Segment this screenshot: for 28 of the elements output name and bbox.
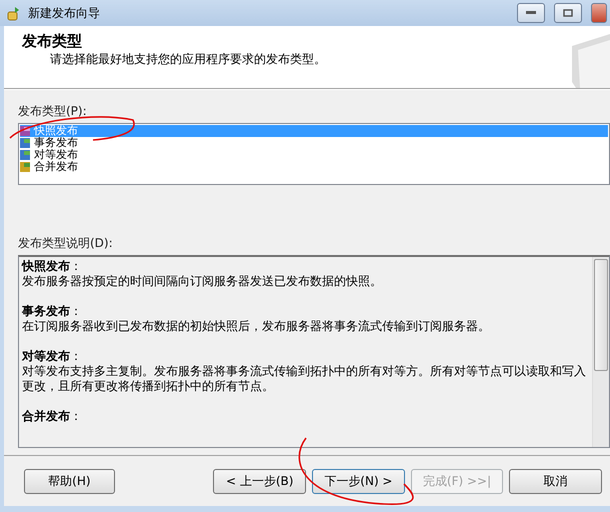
section-heading: 快照发布：	[22, 259, 83, 274]
nav-button[interactable]: 下一步(N) >	[312, 468, 405, 494]
section-heading: 合并发布：	[22, 409, 83, 424]
help-button[interactable]: 帮助(H)	[24, 468, 115, 494]
minimize-button[interactable]	[517, 3, 545, 23]
section-heading: 事务发布：	[22, 304, 83, 319]
publication-type-list[interactable]: 快照发布 事务发布 对等发布 合并发布	[18, 123, 610, 185]
cancel-button[interactable]: 取消	[509, 468, 602, 494]
list-item[interactable]: 合并发布	[20, 161, 608, 173]
nav-button[interactable]: < 上一步(B)	[213, 468, 306, 494]
list-item[interactable]: 事务发布	[20, 137, 608, 149]
page-title: 发布类型	[22, 32, 83, 51]
publication-type-label: 发布类型(P):	[18, 103, 88, 120]
scrollbar[interactable]	[592, 257, 609, 447]
minimize-icon	[526, 11, 536, 15]
section-text: 在订阅服务器收到已发布数据的初始快照后，发布服务器将事务流式传输到订阅服务器。	[22, 319, 491, 334]
section-text: 对等发布支持多主复制。发布服务器将事务流式传输到拓扑中的所有对等方。所有对等节点可以读取和写入更改，且所有更改将传播到拓扑中的所有节点。	[22, 364, 587, 394]
publication-icon	[20, 150, 31, 160]
page-subtitle: 请选择能最好地支持您的应用程序要求的发布类型。	[49, 51, 327, 68]
maximize-button[interactable]	[554, 3, 582, 23]
maximize-icon	[563, 9, 573, 17]
publication-icon	[20, 138, 31, 148]
description-label: 发布类型说明(D):	[18, 235, 114, 252]
window-title: 新建发布向导	[28, 4, 101, 22]
publication-icon	[20, 162, 31, 172]
list-item[interactable]: 对等发布	[20, 149, 608, 161]
section-text: 发布服务器按预定的时间间隔向订阅服务器发送已发布数据的快照。	[22, 274, 383, 289]
section-heading: 对等发布：	[22, 349, 83, 364]
